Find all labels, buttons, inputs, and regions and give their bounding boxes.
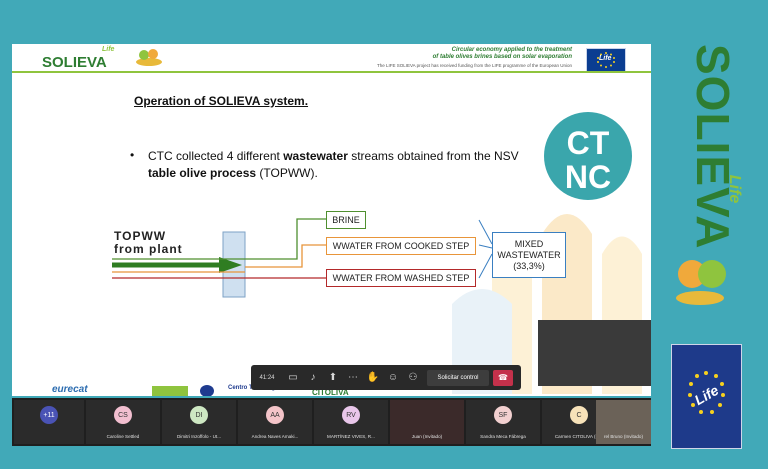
bullet-bold-process: table olive process: [148, 166, 257, 180]
cooked-branch: [245, 244, 335, 268]
solieva-logo-text: SOLIEVA: [42, 54, 107, 71]
presenter-video-tile[interactable]: [538, 320, 651, 386]
participant-tile-video[interactable]: Juan (Invitado): [390, 400, 464, 444]
participant-tile-overflow[interactable]: +11: [14, 400, 84, 444]
ctnc-logo: CT NC: [544, 112, 632, 200]
participant-tile[interactable]: CS Caroline Settled: [86, 400, 160, 444]
eu-life-label: Life: [599, 55, 612, 62]
bullet-text: CTC collected 4 different wastewater str…: [148, 148, 548, 182]
participant-tile[interactable]: SF Sandra Meca Fábrega: [466, 400, 540, 444]
mixed-wastewater-box: MIXED WASTEWATER (33,3%): [492, 232, 566, 278]
avatar: DI: [190, 406, 208, 424]
mic-off-icon[interactable]: ♪: [303, 368, 323, 388]
bullet-suffix: (TOPWW).: [256, 166, 318, 180]
brine-branch: [245, 218, 335, 260]
participant-name: Andrea Naves Amaki...: [251, 434, 299, 439]
stream-box-washed: WWATER FROM WASHED STEP: [326, 269, 476, 287]
svg-text:CT: CT: [567, 125, 610, 161]
sponsor-eurecat: eurecat: [52, 384, 88, 395]
participant-name: rel Bruno (Invitado): [603, 434, 644, 439]
bullet-prefix: CTC collected 4 different: [148, 149, 284, 163]
call-timer: 41:24: [259, 374, 275, 381]
mixed-line1: MIXED: [514, 238, 544, 249]
participant-strip: +11 CS Caroline Settled DI Dimitri Inzof…: [12, 398, 651, 446]
side-brand-life: Life: [726, 174, 744, 204]
presentation-slide: SOLIEVA Life Circular economy applied to…: [12, 44, 651, 396]
side-logo-icon: [676, 260, 726, 305]
header-tagline-2: of table olives brines based on solar ev…: [432, 54, 572, 60]
svg-text:NC: NC: [565, 159, 611, 195]
participant-tile-video[interactable]: rel Bruno (Invitado): [596, 400, 651, 444]
more-icon[interactable]: ⋯: [343, 368, 363, 388]
avatar: SF: [494, 406, 512, 424]
solieva-logo-icon: [136, 49, 162, 66]
mixed-line3: (33,3%): [513, 260, 545, 271]
participant-name: Dimitri Inzoffolo - Ut...: [176, 434, 222, 439]
hand-icon[interactable]: ✋: [363, 368, 383, 388]
avatar: +11: [40, 406, 58, 424]
avatar: AA: [266, 406, 284, 424]
stream-box-cooked: WWATER FROM COOKED STEP: [326, 237, 476, 255]
side-brand-text: SOLIEVA: [687, 44, 739, 250]
share-icon[interactable]: ⬆: [323, 368, 343, 388]
bullet-bold-wastewater: wastewater: [283, 149, 348, 163]
camera-off-icon[interactable]: ▭: [283, 368, 303, 388]
participant-tile[interactable]: DI Dimitri Inzoffolo - Ut...: [162, 400, 236, 444]
solieva-logo-life: Life: [102, 46, 115, 53]
request-control-button[interactable]: Solicitar control: [427, 369, 489, 386]
bullet-mid: streams obtained from the NSV: [347, 149, 519, 163]
stream-box-brine: BRINE: [326, 211, 366, 229]
hangup-icon[interactable]: ☎: [493, 369, 513, 386]
avatar: RV: [342, 406, 360, 424]
reactions-icon[interactable]: ☺: [383, 368, 403, 388]
side-eu-flag: Life: [671, 344, 742, 449]
avatar: C: [570, 406, 588, 424]
participant-name: Caroline Settled: [106, 434, 140, 439]
meeting-toolbar: 41:24 ▭ ♪ ⬆ ⋯ ✋ ☺ ⚇ Solicitar control ☎: [251, 365, 521, 390]
participant-tile[interactable]: RV MARTÍNEZ VIVES, R...: [314, 400, 388, 444]
participant-name: Sandra Meca Fábrega: [480, 434, 526, 439]
mixed-line2: WASTEWATER: [497, 249, 561, 260]
header-divider: [12, 71, 651, 73]
side-brand-block: SOLIEVA Life: [676, 44, 746, 250]
header-funding-note: The LIFE SOLIEVA project has received fu…: [376, 63, 572, 68]
participant-tile[interactable]: AA Andrea Naves Amaki...: [238, 400, 312, 444]
bullet-dot: •: [130, 148, 135, 162]
participant-name: MARTÍNEZ VIVES, R...: [327, 434, 375, 439]
slide-title: Operation of SOLIEVA system.: [134, 94, 309, 108]
sponsor-logo-green: [152, 386, 188, 396]
eu-life-flag: Life: [586, 48, 626, 72]
avatar: CS: [114, 406, 132, 424]
participants-icon[interactable]: ⚇: [403, 368, 423, 388]
header-tagline-1: Circular economy applied to the treatmen…: [451, 47, 572, 53]
sponsor-logo-ct: [200, 385, 214, 396]
participant-name: Juan (Invitado): [411, 434, 443, 439]
